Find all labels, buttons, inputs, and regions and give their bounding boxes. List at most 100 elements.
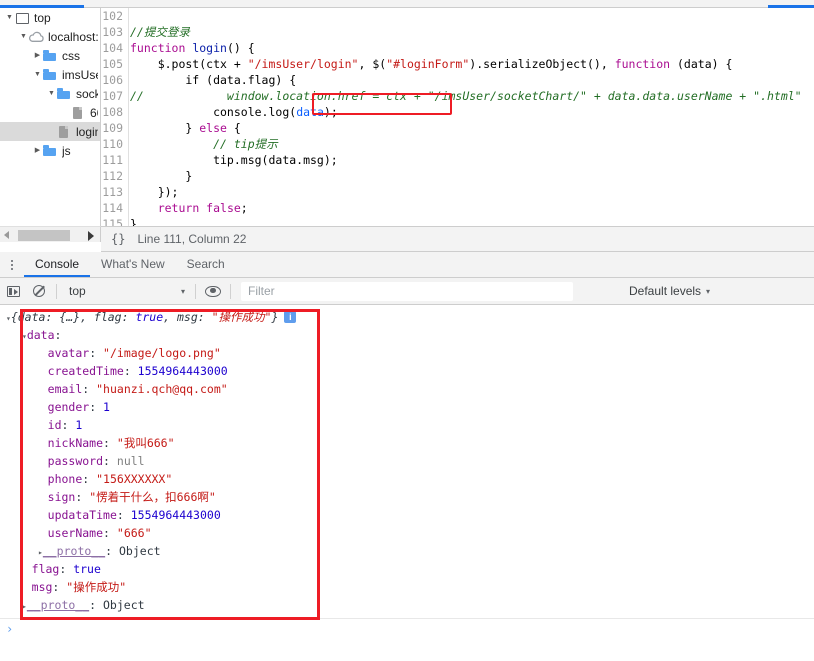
line-number[interactable]: 107 — [101, 88, 128, 104]
toolbar-divider-2 — [195, 283, 196, 299]
line-number[interactable]: 106 — [101, 72, 128, 88]
line-number[interactable]: 105 — [101, 56, 128, 72]
live-expression-icon[interactable] — [200, 278, 226, 305]
chevron-down-icon[interactable]: ▼ — [18, 27, 29, 46]
console-property-row[interactable]: id: 1 — [0, 417, 814, 435]
chevron-right-icon[interactable]: ▶ — [32, 141, 43, 160]
log-levels-selector[interactable]: Default levels ▾ — [629, 284, 710, 298]
code-token: // window.location.href = ctx + — [130, 89, 428, 103]
line-number[interactable]: 110 — [101, 136, 128, 152]
more-options-icon[interactable] — [0, 252, 24, 277]
tree-item-socke[interactable]: ▼ socke — [0, 84, 100, 103]
property-value: 1 — [103, 400, 110, 414]
code-line[interactable]: //提交登录 — [130, 24, 814, 40]
code-line[interactable]: console.log(data); — [130, 104, 814, 120]
line-number[interactable]: 109 — [101, 120, 128, 136]
frame-icon — [15, 11, 30, 25]
console-property-row[interactable]: updataTime: 1554964443000 — [0, 507, 814, 525]
console-property-row[interactable]: gender: 1 — [0, 399, 814, 417]
code-line[interactable]: } — [130, 168, 814, 184]
console-property-row[interactable]: ▾data: — [0, 327, 814, 345]
console-prompt[interactable]: › — [0, 619, 814, 639]
line-number[interactable]: 108 — [101, 104, 128, 120]
scroll-right-arrow-icon[interactable] — [88, 231, 94, 241]
line-number[interactable]: 102 — [101, 8, 128, 24]
tree-item-66[interactable]: 66 — [0, 103, 100, 122]
line-number[interactable]: 111 — [101, 152, 128, 168]
property-value: "156XXXXXX" — [96, 472, 173, 486]
console-object-summary[interactable]: ▾{data: {…}, flag: true, msg: "操作成功"} i — [0, 309, 814, 327]
code-content[interactable]: //提交登录 function login() { $.post(ctx + "/… — [130, 8, 814, 226]
tree-item-top[interactable]: ▼ top — [0, 8, 100, 27]
source-editor[interactable]: 102 103 104 105 106 107 108 109 110 111 112 113 114 1… — [101, 8, 814, 226]
console-property-row[interactable]: createdTime: 1554964443000 — [0, 363, 814, 381]
console-property-row[interactable]: nickName: "我叫666" — [0, 435, 814, 453]
code-line[interactable]: }); — [130, 184, 814, 200]
line-number-gutter: 102 103 104 105 106 107 108 109 110 111 112 113 114 1… — [101, 8, 129, 226]
code-line[interactable]: tip.msg(data.msg); — [130, 152, 814, 168]
line-number[interactable]: 114 — [101, 200, 128, 216]
console-property-row[interactable]: ▸__proto__: Object — [0, 543, 814, 561]
property-separator: : — [89, 598, 103, 612]
property-separator: : — [116, 508, 131, 522]
console-message-list[interactable]: ▾{data: {…}, flag: true, msg: "操作成功"} i ▾d… — [0, 305, 814, 661]
scroll-left-arrow-icon[interactable] — [4, 231, 9, 239]
execution-context-value: top — [69, 284, 86, 298]
code-line[interactable]: return false; — [130, 200, 814, 216]
code-token: data — [296, 105, 324, 119]
chevron-right-icon[interactable]: ▶ — [32, 46, 43, 65]
console-property-row[interactable]: avatar: "/image/logo.png" — [0, 345, 814, 363]
line-number[interactable]: 104 — [101, 40, 128, 56]
chevron-down-icon[interactable]: ▼ — [46, 84, 57, 103]
chevron-down-icon[interactable]: ▼ — [4, 8, 15, 27]
tab-console[interactable]: Console — [24, 252, 91, 277]
tree-item-js[interactable]: ▶ js — [0, 141, 100, 160]
tree-item-localhost-[interactable]: ▼ localhost: — [0, 27, 100, 46]
code-line[interactable]: if (data.flag) { — [130, 72, 814, 88]
code-line[interactable]: function login() { — [130, 40, 814, 56]
code-token: () { — [226, 41, 255, 55]
code-token: function — [614, 57, 677, 71]
code-line[interactable]: $.post(ctx + "/imsUser/login", $("#login… — [130, 56, 814, 72]
tab-search[interactable]: Search — [176, 252, 236, 277]
file-navigator[interactable]: ▼ top ▼ localhost: ▶ css ▼ imsUse ▼ socke 66 logi… — [0, 8, 101, 226]
tab-whats-new[interactable]: What's New — [90, 252, 176, 277]
file-icon — [57, 125, 72, 139]
console-property-row[interactable]: ▸__proto__: Object — [0, 597, 814, 615]
code-line[interactable]: // window.location.href = ctx + "/imsUse… — [130, 88, 814, 104]
scrollbar-thumb[interactable] — [18, 230, 70, 241]
console-sidebar-icon[interactable] — [0, 278, 26, 305]
console-property-row[interactable]: sign: "愣着干什么，扣666啊" — [0, 489, 814, 507]
console-property-row[interactable]: password: null — [0, 453, 814, 471]
navigator-horizontal-scrollbar[interactable] — [0, 226, 101, 242]
execution-context-selector[interactable]: top ▾ — [61, 282, 191, 301]
console-property-row[interactable]: msg: "操作成功" — [0, 579, 814, 597]
console-property-row[interactable]: flag: true — [0, 561, 814, 579]
line-number[interactable]: 113 — [101, 184, 128, 200]
code-line[interactable]: } — [130, 216, 814, 226]
property-value: null — [116, 454, 145, 468]
info-badge-icon[interactable]: i — [284, 311, 297, 323]
chevron-down-icon[interactable]: ▼ — [32, 65, 43, 84]
code-line[interactable] — [130, 8, 814, 24]
clear-console-icon[interactable] — [26, 278, 52, 305]
console-property-row[interactable]: email: "huanzi.qch@qq.com" — [0, 381, 814, 399]
line-number[interactable]: 112 — [101, 168, 128, 184]
console-log-entry[interactable]: ▾{data: {…}, flag: true, msg: "操作成功"} i ▾d… — [0, 305, 814, 615]
line-number[interactable]: 103 — [101, 24, 128, 40]
console-property-row[interactable]: phone: "156XXXXXX" — [0, 471, 814, 489]
code-token: } — [130, 217, 137, 226]
line-number[interactable]: 115 — [101, 216, 128, 226]
property-value: Object — [103, 598, 145, 612]
property-value: "愣着干什么，扣666啊" — [89, 490, 216, 504]
filter-input[interactable] — [241, 281, 573, 301]
tree-item-css[interactable]: ▶ css — [0, 46, 100, 65]
console-property-row[interactable]: userName: "666" — [0, 525, 814, 543]
code-line[interactable]: // tip提示 — [130, 136, 814, 152]
tree-item-login[interactable]: login — [0, 122, 100, 141]
pretty-print-icon[interactable]: {} — [111, 232, 125, 246]
tree-item-imsuse[interactable]: ▼ imsUse — [0, 65, 100, 84]
summary-token: true — [135, 310, 164, 324]
code-line[interactable]: } else { — [130, 120, 814, 136]
